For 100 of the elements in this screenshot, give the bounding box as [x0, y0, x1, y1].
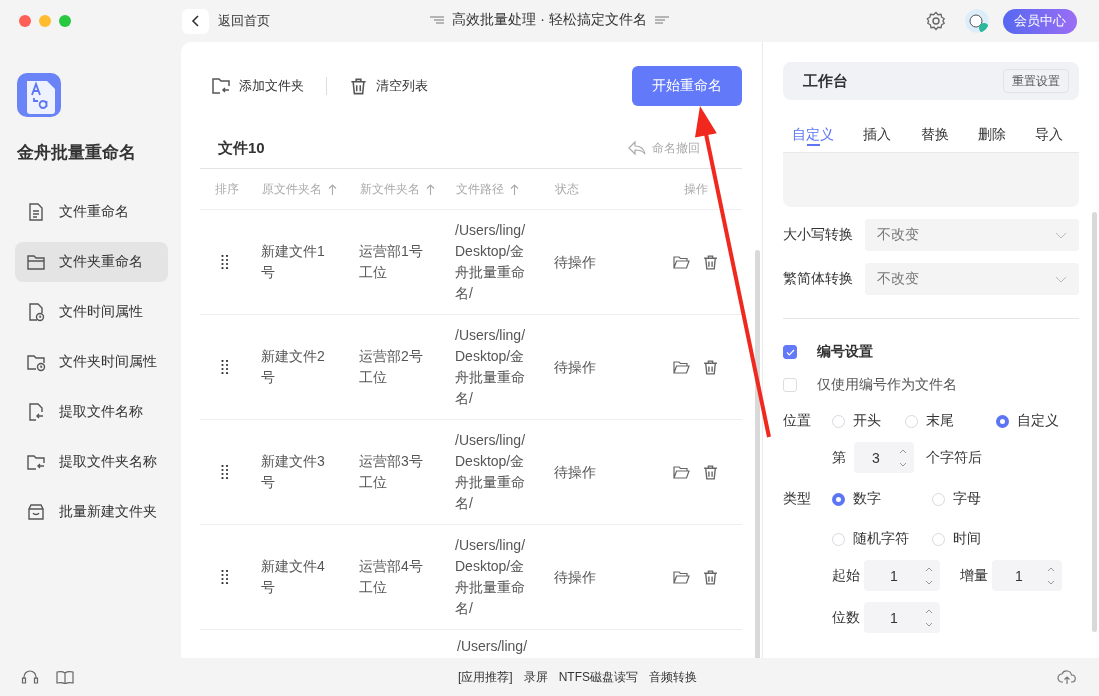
footer-link[interactable]: 音频转换: [649, 668, 697, 686]
dropdown[interactable]: 不改变: [865, 219, 1079, 251]
file-icon: [26, 202, 46, 222]
add-folder-button[interactable]: 添加文件夹: [211, 77, 304, 95]
field-label: 大小写转换: [783, 226, 854, 244]
table-cell-text: 运营部1号工位: [359, 242, 424, 282]
tab[interactable]: 自定义: [792, 116, 834, 152]
number-field[interactable]: 1: [864, 560, 940, 591]
settings-icon[interactable]: [926, 11, 946, 31]
radio-label[interactable]: 时间: [953, 530, 981, 548]
field-label: 第: [832, 448, 846, 467]
back-button[interactable]: [182, 8, 209, 34]
scrollbar-thumb[interactable]: [755, 250, 760, 658]
tab[interactable]: 替换: [920, 116, 949, 152]
radio-label[interactable]: 末尾: [926, 412, 954, 430]
folder-arrow-icon: [26, 452, 46, 472]
radio-button[interactable]: [996, 414, 1009, 428]
folder-icon: [26, 252, 46, 272]
tab[interactable]: 导入: [1035, 116, 1063, 152]
number-field[interactable]: 1: [992, 560, 1062, 591]
close-window-button[interactable]: [19, 15, 31, 27]
sort-arrow-icon[interactable]: [328, 183, 337, 195]
column-header: 操作: [684, 180, 708, 198]
avatar-icon[interactable]: [965, 9, 989, 33]
headset-icon[interactable]: [21, 669, 39, 685]
radio-label[interactable]: 自定义: [1017, 412, 1059, 430]
lines-icon: [430, 16, 445, 24]
table-cell-text: 新建文件1号: [261, 242, 326, 282]
drag-handle-icon[interactable]: [221, 570, 229, 584]
delete-icon[interactable]: [701, 463, 719, 481]
drag-handle-icon[interactable]: [221, 255, 229, 269]
table-cell-text: 运营部2号工位: [359, 347, 424, 387]
panel-title: 工作台: [803, 71, 848, 91]
sidebar-item[interactable]: 文件时间属性: [15, 292, 168, 332]
lines-icon: [654, 16, 669, 24]
drag-handle-icon[interactable]: [221, 360, 229, 374]
checkbox[interactable]: [783, 345, 797, 359]
app-logo: [17, 73, 61, 117]
table-cell-text: 新建文件4号: [261, 557, 326, 597]
column-header: 状态: [555, 180, 579, 198]
sidebar-item[interactable]: 文件夹重命名: [15, 242, 168, 282]
tab[interactable]: 删除: [977, 116, 1006, 152]
drag-handle-icon[interactable]: [221, 465, 229, 479]
undo-icon[interactable]: [628, 140, 646, 156]
table-cell-text: 待操作: [554, 462, 596, 482]
field-label: 繁简体转换: [783, 270, 854, 288]
clear-list-button[interactable]: 清空列表: [349, 76, 428, 96]
table-cell-text: /Users/ling/Desktop/金舟批量重命名/: [455, 326, 527, 408]
radio-label[interactable]: 随机字符: [853, 530, 909, 548]
table-cell-text: 待操作: [554, 252, 596, 272]
delete-icon[interactable]: [701, 568, 719, 586]
column-header: 排序: [215, 180, 239, 198]
table-cell-text: 新建文件3号: [261, 452, 326, 492]
folder-icon[interactable]: [672, 464, 690, 480]
footer-link[interactable]: [应用推荐]: [458, 668, 513, 686]
upload-cloud-icon[interactable]: [1057, 669, 1077, 685]
sidebar-item[interactable]: 文件重命名: [15, 192, 168, 232]
sort-arrow-icon[interactable]: [510, 183, 519, 195]
field-label: 增量: [960, 566, 988, 585]
checkbox-label[interactable]: 仅使用编号作为文件名: [817, 376, 957, 394]
footer-link[interactable]: 录屏: [523, 668, 548, 686]
footer-link[interactable]: NTFS磁盘读写: [558, 668, 638, 686]
sidebar-item[interactable]: 提取文件名称: [15, 392, 168, 432]
window-title: 高效批量处理 · 轻松搞定文件名: [452, 11, 647, 29]
folder-icon[interactable]: [672, 254, 690, 270]
table-cell-text: 待操作: [554, 567, 596, 587]
file-arrow-icon: [26, 402, 46, 422]
app-name: 金舟批量重命名: [17, 142, 137, 164]
sort-arrow-icon[interactable]: [426, 183, 435, 195]
radio-button[interactable]: [832, 492, 845, 506]
checkbox-label[interactable]: 编号设置: [817, 343, 873, 361]
scrollbar-thumb[interactable]: [1092, 212, 1097, 632]
delete-icon[interactable]: [701, 358, 719, 376]
file-clock-icon: [26, 302, 46, 322]
table-cell-text: 运营部3号工位: [359, 452, 424, 492]
book-icon[interactable]: [56, 670, 74, 684]
member-center-button[interactable]: 会员中心: [1003, 8, 1077, 34]
folder-clock-icon: [26, 352, 46, 372]
radio-label[interactable]: 字母: [953, 490, 981, 508]
sidebar-item[interactable]: 批量新建文件夹: [15, 492, 168, 532]
table-cell: /Users/ling/: [457, 638, 528, 654]
folder-icon[interactable]: [672, 569, 690, 585]
back-label[interactable]: 返回首页: [218, 12, 270, 30]
field-label: 起始: [832, 566, 860, 585]
dropdown[interactable]: 不改变: [865, 263, 1079, 295]
start-rename-button[interactable]: 开始重命名: [632, 66, 742, 106]
number-field[interactable]: 1: [864, 602, 940, 633]
delete-icon[interactable]: [701, 253, 719, 271]
radio-label[interactable]: 数字: [853, 490, 881, 508]
tab[interactable]: 插入: [863, 116, 892, 152]
radio-label[interactable]: 开头: [853, 412, 881, 430]
number-field[interactable]: 3: [854, 442, 914, 473]
table-cell-text: /Users/ling/Desktop/金舟批量重命名/: [455, 431, 527, 513]
box-icon: [26, 502, 46, 522]
folder-icon[interactable]: [672, 359, 690, 375]
sidebar-item[interactable]: 文件夹时间属性: [15, 342, 168, 382]
zoom-window-button[interactable]: [59, 15, 71, 27]
sidebar-item[interactable]: 提取文件夹名称: [15, 442, 168, 482]
field-label: 位数: [832, 608, 860, 627]
reset-settings-button[interactable]: 重置设置: [1003, 69, 1069, 93]
